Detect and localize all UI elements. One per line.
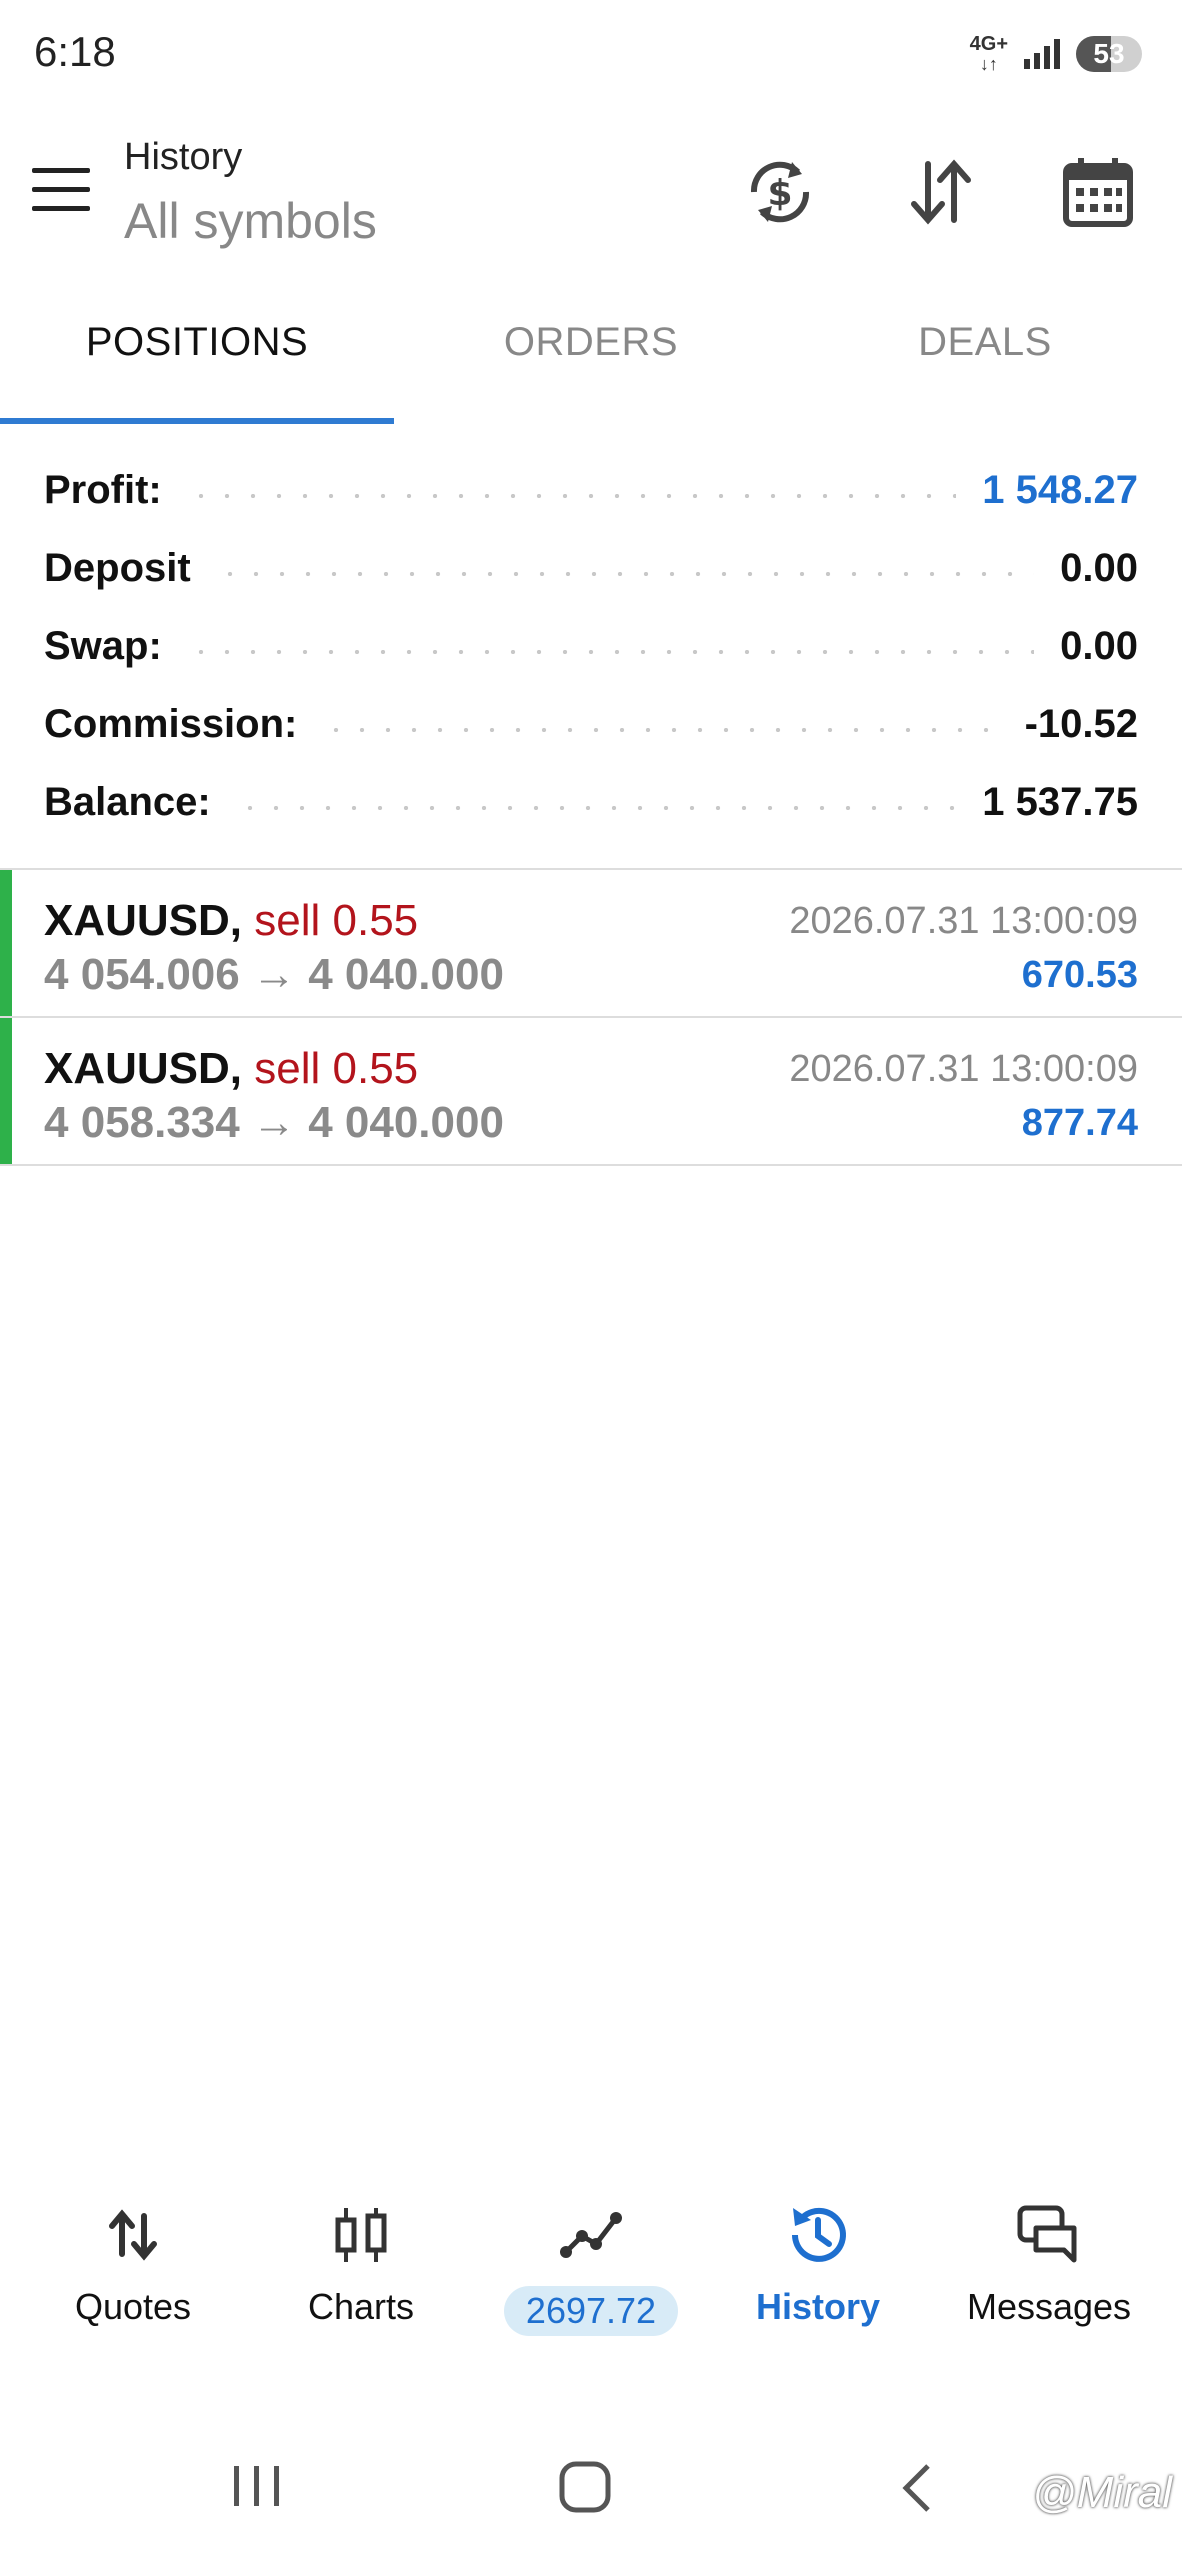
battery-level: 53 xyxy=(1093,38,1125,69)
status-icons: 4G+ ↓↑ 53 xyxy=(970,34,1142,74)
divider xyxy=(0,1164,1182,1166)
watermark: @Miral xyxy=(1032,2468,1172,2517)
summary-value: -10.52 xyxy=(1024,701,1138,746)
position-price: 4 058.334 → 4 040.000 xyxy=(44,1098,504,1147)
profit-indicator-bar xyxy=(0,870,12,1018)
recent-apps-icon[interactable] xyxy=(228,2460,286,2512)
status-time: 6:18 xyxy=(34,28,116,75)
summary-label: Swap: xyxy=(44,623,162,668)
network-type: 4G+ xyxy=(969,33,1008,55)
nav-history[interactable]: History xyxy=(700,2200,936,2328)
summary-balance: Balance: 1 537.75 xyxy=(44,772,1138,832)
position-profit: 670.53 xyxy=(1021,954,1138,996)
nav-charts[interactable]: Charts xyxy=(243,2200,479,2328)
nav-label: Quotes xyxy=(74,2286,192,2327)
summary-commission: Commission: -10.52 xyxy=(44,694,1138,754)
summary-deposit: Deposit 0.00 xyxy=(44,538,1138,598)
position-side: sell 0.55 xyxy=(254,1044,419,1093)
history-icon xyxy=(792,2207,846,2262)
tab-positions[interactable]: POSITIONS xyxy=(0,320,394,365)
nav-trade[interactable]: 2697.72 xyxy=(473,2200,709,2336)
nav-label: Charts xyxy=(307,2286,415,2327)
position-price: 4 054.006 → 4 040.000 xyxy=(44,950,504,999)
summary-label: Commission: xyxy=(44,701,298,746)
network-indicator: 4G+ ↓↑ xyxy=(970,34,1008,74)
messages-icon xyxy=(1017,2205,1077,2263)
svg-text:$: $ xyxy=(767,173,792,214)
home-icon[interactable] xyxy=(558,2460,614,2516)
sort-icon[interactable] xyxy=(900,152,980,232)
signal-icon xyxy=(1024,39,1060,69)
summary-value: 1 548.27 xyxy=(982,467,1138,512)
position-symbol: XAUUSD, sell 0.55 xyxy=(44,1044,418,1094)
data-arrows-icon: ↓↑ xyxy=(979,54,998,74)
position-row[interactable]: XAUUSD, sell 0.55 4 054.006 → 4 040.000 … xyxy=(0,870,1182,1018)
battery-icon: 53 xyxy=(1076,36,1142,72)
nav-label: History xyxy=(755,2286,881,2327)
menu-icon[interactable] xyxy=(32,168,90,212)
symbol-filter[interactable]: All symbols xyxy=(124,192,377,250)
page-title: History xyxy=(124,136,243,178)
calendar-icon[interactable] xyxy=(1058,152,1138,232)
tab-orders[interactable]: ORDERS xyxy=(394,320,788,365)
back-icon[interactable] xyxy=(896,2460,936,2516)
nav-label: Messages xyxy=(966,2286,1132,2327)
summary-label: Balance: xyxy=(44,779,211,824)
summary-label: Profit: xyxy=(44,467,162,512)
quotes-icon xyxy=(109,2209,157,2261)
position-time: 2026.07.31 13:00:09 xyxy=(789,900,1138,942)
summary-value: 0.00 xyxy=(1060,545,1138,590)
active-tab-indicator xyxy=(0,418,394,424)
position-profit: 877.74 xyxy=(1021,1102,1138,1144)
position-time: 2026.07.31 13:00:09 xyxy=(789,1048,1138,1090)
profit-indicator-bar xyxy=(0,1018,12,1166)
nav-quotes[interactable]: Quotes xyxy=(15,2200,251,2328)
position-symbol: XAUUSD, sell 0.55 xyxy=(44,896,418,946)
charts-icon xyxy=(335,2208,387,2262)
summary-value: 1 537.75 xyxy=(982,779,1138,824)
symbol-name: XAUUSD, xyxy=(44,1044,243,1093)
summary-swap: Swap: 0.00 xyxy=(44,616,1138,676)
symbol-name: XAUUSD, xyxy=(44,896,243,945)
summary-profit: Profit: 1 548.27 xyxy=(44,460,1138,520)
currency-exchange-icon[interactable]: $ xyxy=(740,152,820,232)
account-equity: 2697.72 xyxy=(503,2286,679,2336)
summary-value: 0.00 xyxy=(1060,623,1138,668)
nav-messages[interactable]: Messages xyxy=(931,2200,1167,2328)
summary-label: Deposit xyxy=(44,545,191,590)
position-row[interactable]: XAUUSD, sell 0.55 4 058.334 → 4 040.000 … xyxy=(0,1018,1182,1166)
trade-icon xyxy=(560,2212,622,2258)
position-side: sell 0.55 xyxy=(254,896,419,945)
tab-deals[interactable]: DEALS xyxy=(788,320,1182,365)
